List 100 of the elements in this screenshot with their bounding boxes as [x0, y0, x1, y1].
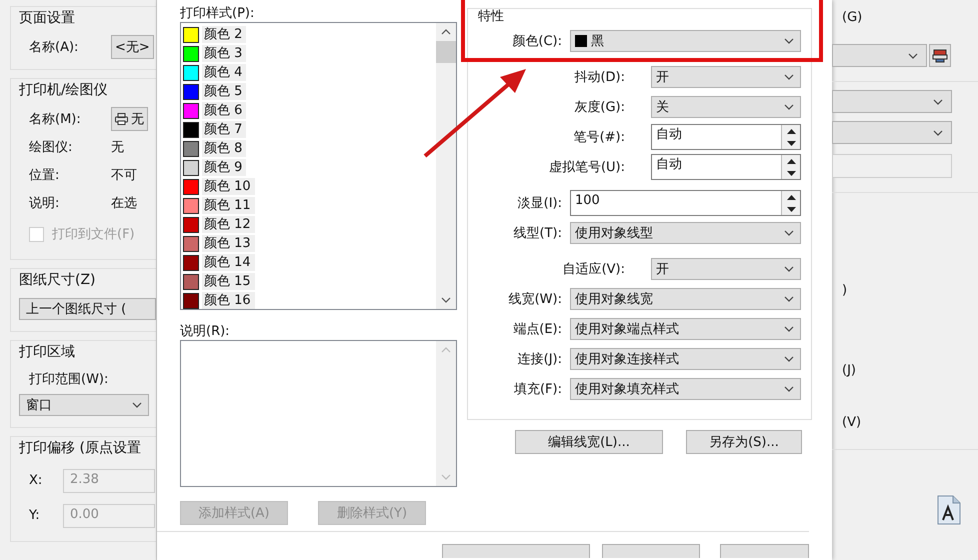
- group-title: 打印机/绘图仪: [19, 81, 109, 99]
- field-label: 连接(J):: [516, 351, 563, 368]
- field-label: ): [842, 283, 848, 300]
- group-title: 打印偏移 (原点设置: [19, 439, 142, 457]
- style-item[interactable]: 颜色 15: [183, 272, 436, 291]
- field-label: 笔号(#):: [572, 129, 626, 146]
- plot-range-dropdown[interactable]: 窗口: [19, 394, 149, 416]
- caret-icon: [784, 386, 794, 392]
- caret-icon: [784, 266, 794, 272]
- style-item[interactable]: 颜色 7: [183, 120, 436, 139]
- style-item[interactable]: 颜色 2: [183, 25, 436, 44]
- scroll-down-icon: [441, 474, 451, 480]
- property-dropdown[interactable]: 关: [651, 96, 801, 118]
- field-label: 线型(T):: [512, 225, 563, 242]
- description-label: 说明(R):: [180, 323, 231, 340]
- style-item[interactable]: 颜色 8: [183, 139, 436, 158]
- field-label: 自适应(V):: [562, 261, 626, 278]
- field-label: 说明:: [29, 195, 60, 212]
- spin-field[interactable]: 100: [570, 190, 801, 216]
- style-item[interactable]: 颜色 13: [183, 234, 436, 253]
- name-dropdown[interactable]: <无>: [111, 35, 154, 59]
- style-item[interactable]: 颜色 5: [183, 82, 436, 101]
- caret-icon: [784, 296, 794, 302]
- style-item[interactable]: 颜色 3: [183, 44, 436, 63]
- style-item[interactable]: 颜色 16: [183, 291, 436, 310]
- property-dropdown[interactable]: 黑: [570, 30, 801, 52]
- caret-icon: [784, 356, 794, 362]
- printer-dropdown[interactable]: 无: [111, 107, 148, 131]
- scroll-up-icon: [441, 29, 451, 35]
- properties-button[interactable]: [929, 44, 951, 67]
- field-label: 填充(F):: [512, 381, 563, 398]
- field-value: 不可: [111, 167, 137, 184]
- spin-down-icon[interactable]: [786, 170, 796, 176]
- field-label: 绘图仪:: [29, 139, 74, 156]
- spin-up-icon[interactable]: [786, 128, 796, 134]
- caret-icon: [933, 98, 943, 104]
- field-label: (V): [842, 415, 862, 432]
- caret-icon: [908, 52, 918, 58]
- spin-field[interactable]: 自动: [651, 124, 801, 150]
- text-field[interactable]: [832, 154, 952, 178]
- field-label: X:: [29, 473, 44, 488]
- scroll-up-icon: [441, 347, 451, 353]
- scrollbar[interactable]: [436, 23, 456, 309]
- style-item[interactable]: 颜色 14: [183, 253, 436, 272]
- field-label: 名称(M):: [29, 111, 82, 128]
- scroll-down-icon: [441, 297, 451, 303]
- field-label: 名称(A):: [29, 39, 80, 56]
- field-label: (G): [842, 10, 864, 27]
- caret-icon: [784, 326, 794, 332]
- field-label: 线宽(W):: [508, 291, 563, 308]
- group-title: 打印区域: [19, 343, 76, 361]
- spin-up-icon[interactable]: [786, 194, 796, 200]
- field-label: 颜色(C):: [511, 33, 563, 50]
- property-dropdown[interactable]: 使用对象填充样式: [570, 378, 801, 400]
- caret-icon: [933, 130, 943, 136]
- field-label: 淡显(I):: [516, 195, 563, 212]
- style-item[interactable]: 颜色 12: [183, 215, 436, 234]
- property-dropdown[interactable]: 使用对象线宽: [570, 288, 801, 310]
- caret-icon: [784, 230, 794, 236]
- field-label: (J): [842, 363, 857, 380]
- spin-down-icon[interactable]: [786, 206, 796, 212]
- checkbox-label: 打印到文件(F): [52, 226, 135, 243]
- property-dropdown[interactable]: 使用对象线型: [570, 222, 801, 244]
- property-dropdown[interactable]: 使用对象连接样式: [570, 348, 801, 370]
- action-button[interactable]: 编辑线宽(L)...: [515, 430, 663, 454]
- group-title: 特性: [478, 11, 505, 25]
- property-dropdown[interactable]: 开: [651, 258, 801, 280]
- spin-up-icon[interactable]: [786, 158, 796, 164]
- caret-icon: [784, 38, 794, 44]
- scrollbar-thumb[interactable]: [436, 41, 456, 63]
- caret-icon: [784, 74, 794, 80]
- spin-field[interactable]: 自动: [651, 154, 801, 180]
- field-label: 抖动(D):: [573, 69, 626, 86]
- list-label: 打印样式(P):: [180, 5, 256, 22]
- field-value: 在选: [111, 195, 137, 212]
- style-item[interactable]: 颜色 11: [183, 196, 436, 215]
- field-label: 端点(E):: [512, 321, 563, 338]
- description-box[interactable]: [180, 340, 457, 487]
- group-title: 页面设置: [19, 9, 76, 27]
- printer-icon: [115, 113, 128, 125]
- style-item[interactable]: 颜色 4: [183, 63, 436, 82]
- style-item[interactable]: 颜色 10: [183, 177, 436, 196]
- caret-icon: [132, 402, 142, 408]
- group-title: 图纸尺寸(Z): [19, 271, 97, 289]
- field-label: 灰度(G):: [573, 99, 626, 116]
- style-item[interactable]: 颜色 6: [183, 101, 436, 120]
- field-label: Y:: [29, 508, 41, 523]
- property-dropdown[interactable]: 使用对象端点样式: [570, 318, 801, 340]
- field-label: 虚拟笔号(U):: [548, 159, 626, 176]
- field-value: 无: [111, 139, 124, 156]
- field-label: 打印范围(W):: [29, 371, 108, 388]
- plotter-icon: [932, 48, 948, 64]
- action-button[interactable]: 另存为(S)...: [686, 430, 802, 454]
- style-item[interactable]: 颜色 9: [183, 158, 436, 177]
- document-icon: [937, 495, 961, 525]
- field-label: 位置:: [29, 167, 60, 184]
- paper-size-dropdown[interactable]: 上一个图纸尺寸 (: [19, 298, 156, 320]
- caret-icon: [784, 104, 794, 110]
- spin-down-icon[interactable]: [786, 140, 796, 146]
- property-dropdown[interactable]: 开: [651, 66, 801, 88]
